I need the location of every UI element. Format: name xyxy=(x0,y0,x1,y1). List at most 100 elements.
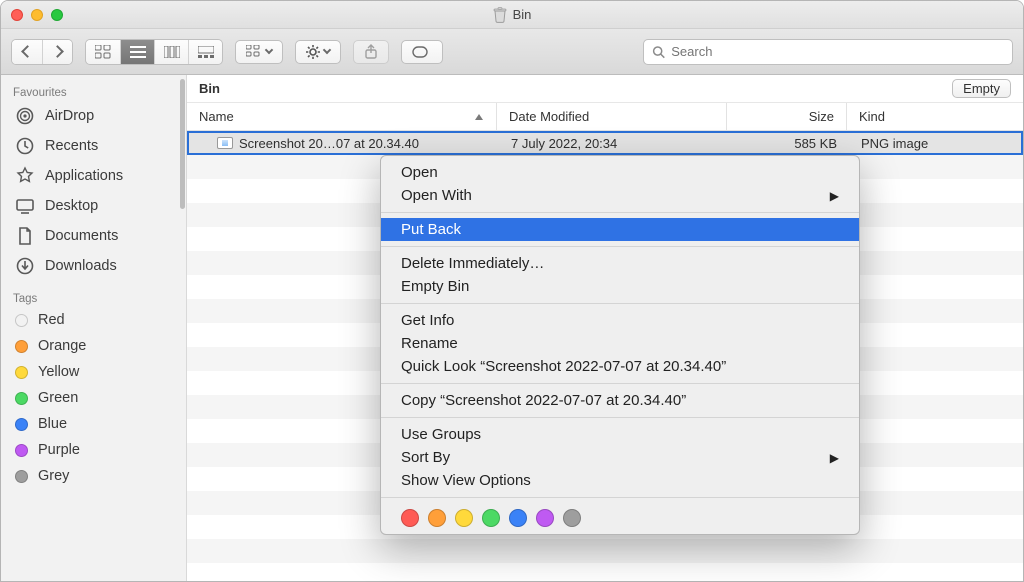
submenu-arrow-icon: ▶ xyxy=(830,451,839,465)
tag-color-grey[interactable] xyxy=(563,509,581,527)
menu-item-put-back[interactable]: Put Back xyxy=(381,218,859,241)
pathbar: Bin Empty xyxy=(187,75,1023,103)
list-view-icon xyxy=(130,46,146,58)
sidebar-item-label: Downloads xyxy=(45,258,117,274)
tag-dot-icon xyxy=(15,366,28,379)
sidebar-item-label: Green xyxy=(38,390,78,406)
column-header-kind[interactable]: Kind xyxy=(847,103,1023,130)
menu-item-use-groups[interactable]: Use Groups xyxy=(381,423,859,446)
view-gallery-button[interactable] xyxy=(188,40,222,64)
gear-icon xyxy=(306,45,320,59)
tags-button[interactable] xyxy=(401,40,443,64)
column-header-size[interactable]: Size xyxy=(727,103,847,130)
view-icon-button[interactable] xyxy=(86,40,120,64)
downloads-icon xyxy=(15,256,35,276)
sidebar-heading-tags: Tags xyxy=(1,289,186,307)
sidebar-scrollbar[interactable] xyxy=(180,75,186,581)
search-icon xyxy=(652,45,665,59)
tag-dot-icon xyxy=(15,418,28,431)
tag-color-purple[interactable] xyxy=(536,509,554,527)
window-minimize-button[interactable] xyxy=(31,9,43,21)
sidebar-tag-purple[interactable]: Purple xyxy=(1,437,186,463)
file-name: Screenshot 20…07 at 20.34.40 xyxy=(239,136,419,151)
menu-item-delete-immediately[interactable]: Delete Immediately… xyxy=(381,252,859,275)
tag-color-blue[interactable] xyxy=(509,509,527,527)
sidebar-tag-green[interactable]: Green xyxy=(1,385,186,411)
sidebar-item-label: Purple xyxy=(38,442,80,458)
sidebar-item-label: Documents xyxy=(45,228,118,244)
menu-item-quick-look[interactable]: Quick Look “Screenshot 2022-07-07 at 20.… xyxy=(381,355,859,378)
view-switcher xyxy=(85,39,223,65)
column-header-date[interactable]: Date Modified xyxy=(497,103,727,130)
window-title: Bin xyxy=(513,7,532,22)
forward-button[interactable] xyxy=(42,40,72,64)
empty-trash-button[interactable]: Empty xyxy=(952,79,1011,98)
sidebar-tag-yellow[interactable]: Yellow xyxy=(1,359,186,385)
sidebar-item-label: Yellow xyxy=(38,364,79,380)
menu-item-open-with[interactable]: Open With▶ xyxy=(381,184,859,207)
nav-buttons xyxy=(11,39,73,65)
search-input[interactable] xyxy=(671,44,1004,59)
column-headers: Name Date Modified Size Kind xyxy=(187,103,1023,131)
column-label: Date Modified xyxy=(509,109,589,124)
location-title: Bin xyxy=(199,81,220,96)
chevron-right-icon xyxy=(51,45,64,58)
menu-item-empty-bin[interactable]: Empty Bin xyxy=(381,275,859,298)
chevron-down-icon xyxy=(265,46,273,54)
sidebar-item-applications[interactable]: Applications xyxy=(1,161,186,191)
column-label: Size xyxy=(809,109,834,124)
window-zoom-button[interactable] xyxy=(51,9,63,21)
menu-item-get-info[interactable]: Get Info xyxy=(381,309,859,332)
menu-item-open[interactable]: Open xyxy=(381,161,859,184)
column-header-name[interactable]: Name xyxy=(187,103,497,130)
tag-color-green[interactable] xyxy=(482,509,500,527)
sidebar-item-recents[interactable]: Recents xyxy=(1,131,186,161)
toolbar xyxy=(1,29,1023,75)
sidebar-item-desktop[interactable]: Desktop xyxy=(1,191,186,221)
back-button[interactable] xyxy=(12,40,42,64)
search-field[interactable] xyxy=(643,39,1013,65)
column-label: Kind xyxy=(859,109,885,124)
sidebar-tag-grey[interactable]: Grey xyxy=(1,463,186,489)
sidebar-tag-red[interactable]: Red xyxy=(1,307,186,333)
action-button[interactable] xyxy=(295,40,341,64)
sort-ascending-icon xyxy=(474,109,484,124)
menu-item-copy[interactable]: Copy “Screenshot 2022-07-07 at 20.34.40” xyxy=(381,389,859,412)
menu-item-sort-by[interactable]: Sort By▶ xyxy=(381,446,859,469)
sidebar: Favourites AirDrop Recents Applications … xyxy=(1,75,187,581)
menu-tag-row xyxy=(381,503,859,529)
sidebar-item-documents[interactable]: Documents xyxy=(1,221,186,251)
desktop-icon xyxy=(15,196,35,216)
file-icon xyxy=(217,137,233,149)
document-icon xyxy=(15,226,35,246)
table-row[interactable]: Screenshot 20…07 at 20.34.40 7 July 2022… xyxy=(187,131,1023,155)
tag-dot-icon xyxy=(15,392,28,405)
tag-color-orange[interactable] xyxy=(428,509,446,527)
tag-color-red[interactable] xyxy=(401,509,419,527)
window-close-button[interactable] xyxy=(11,9,23,21)
file-size: 585 KB xyxy=(729,136,849,151)
column-label: Name xyxy=(199,109,234,124)
gallery-view-icon xyxy=(198,46,214,58)
sidebar-item-label: Orange xyxy=(38,338,86,354)
clock-icon xyxy=(15,136,35,156)
tag-color-yellow[interactable] xyxy=(455,509,473,527)
sidebar-tag-orange[interactable]: Orange xyxy=(1,333,186,359)
icon-view-icon xyxy=(95,45,111,59)
tag-dot-icon xyxy=(15,340,28,353)
view-column-button[interactable] xyxy=(154,40,188,64)
tag-dot-icon xyxy=(15,470,28,483)
group-icon xyxy=(246,45,262,59)
menu-item-show-view-options[interactable]: Show View Options xyxy=(381,469,859,492)
sidebar-item-downloads[interactable]: Downloads xyxy=(1,251,186,281)
column-view-icon xyxy=(164,46,180,58)
share-button[interactable] xyxy=(353,40,389,64)
file-kind: PNG image xyxy=(849,136,1021,151)
sidebar-tag-blue[interactable]: Blue xyxy=(1,411,186,437)
group-button[interactable] xyxy=(235,40,283,64)
view-list-button[interactable] xyxy=(120,40,154,64)
sidebar-item-label: Grey xyxy=(38,468,69,484)
sidebar-item-label: Red xyxy=(38,312,65,328)
menu-item-rename[interactable]: Rename xyxy=(381,332,859,355)
sidebar-item-airdrop[interactable]: AirDrop xyxy=(1,101,186,131)
